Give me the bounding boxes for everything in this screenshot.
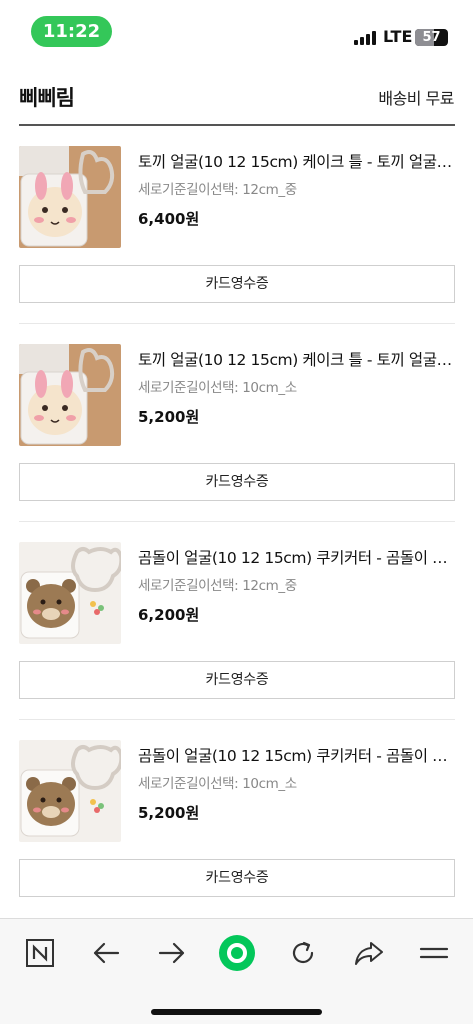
battery-level: 57 [422, 30, 441, 45]
order-header: 삐삐림 배송비 무료 [0, 62, 473, 126]
card-receipt-button[interactable]: 카드영수증 [19, 859, 455, 897]
shop-name[interactable]: 삐삐림 [19, 82, 75, 112]
battery-icon: 57 [415, 29, 448, 46]
product-price: 5,200원 [138, 804, 200, 822]
product-thumbnail[interactable] [19, 146, 121, 248]
product-price: 6,400원 [138, 210, 200, 228]
product-title[interactable]: 곰돌이 얼굴(10 12 15cm) 쿠키커터 - 곰돌이 얼굴(10 12 1… [138, 744, 455, 766]
home-indicator [151, 1009, 322, 1015]
card-receipt-button[interactable]: 카드영수증 [19, 463, 455, 501]
item-divider [19, 521, 455, 522]
product-title[interactable]: 곰돌이 얼굴(10 12 15cm) 쿠키커터 - 곰돌이 얼굴(10 12 1… [138, 546, 455, 568]
order-item: 곰돌이 얼굴(10 12 15cm) 쿠키커터 - 곰돌이 얼굴(10 12 1… [19, 542, 455, 740]
header-divider [19, 124, 455, 126]
shipping-fee-label: 배송비 무료 [378, 89, 454, 108]
naver-n-icon[interactable] [20, 933, 60, 973]
product-price: 6,200원 [138, 606, 200, 624]
product-thumbnail[interactable] [19, 542, 121, 644]
card-receipt-button[interactable]: 카드영수증 [19, 265, 455, 303]
green-dot-icon[interactable] [217, 933, 257, 973]
status-bar: 11:22 LTE 57 [0, 0, 473, 62]
back-arrow-icon[interactable] [86, 933, 126, 973]
bear-cookie-icon [19, 542, 121, 644]
product-price: 5,200원 [138, 408, 200, 426]
order-item: 토끼 얼굴(10 12 15cm) 케이크 틀 - 토끼 얼굴(10 12 15… [19, 344, 455, 542]
item-divider [19, 323, 455, 324]
product-title[interactable]: 토끼 얼굴(10 12 15cm) 케이크 틀 - 토끼 얼굴(10 12 15… [138, 150, 455, 172]
share-icon[interactable] [349, 933, 389, 973]
bear-cookie-icon [19, 740, 121, 842]
product-option: 세로기준길이선택: 10cm_소 [138, 380, 297, 396]
product-option: 세로기준길이선택: 10cm_소 [138, 776, 297, 792]
browser-toolbar [0, 918, 473, 1024]
menu-icon[interactable] [414, 933, 454, 973]
card-receipt-button[interactable]: 카드영수증 [19, 661, 455, 699]
status-time: 11:22 [31, 16, 112, 47]
product-thumbnail[interactable] [19, 344, 121, 446]
network-label: LTE [383, 27, 413, 46]
forward-arrow-icon[interactable] [152, 933, 192, 973]
order-item: 토끼 얼굴(10 12 15cm) 케이크 틀 - 토끼 얼굴(10 12 15… [19, 146, 455, 344]
bunny-cookie-icon [19, 344, 121, 446]
product-option: 세로기준길이선택: 12cm_중 [138, 182, 297, 198]
bunny-cookie-icon [19, 146, 121, 248]
product-title[interactable]: 토끼 얼굴(10 12 15cm) 케이크 틀 - 토끼 얼굴(10 12 15… [138, 348, 455, 370]
product-option: 세로기준길이선택: 12cm_중 [138, 578, 297, 594]
signal-icon [354, 31, 376, 45]
refresh-icon[interactable] [283, 933, 323, 973]
product-thumbnail[interactable] [19, 740, 121, 842]
order-item: 곰돌이 얼굴(10 12 15cm) 쿠키커터 - 곰돌이 얼굴(10 12 1… [19, 740, 455, 938]
item-divider [19, 719, 455, 720]
